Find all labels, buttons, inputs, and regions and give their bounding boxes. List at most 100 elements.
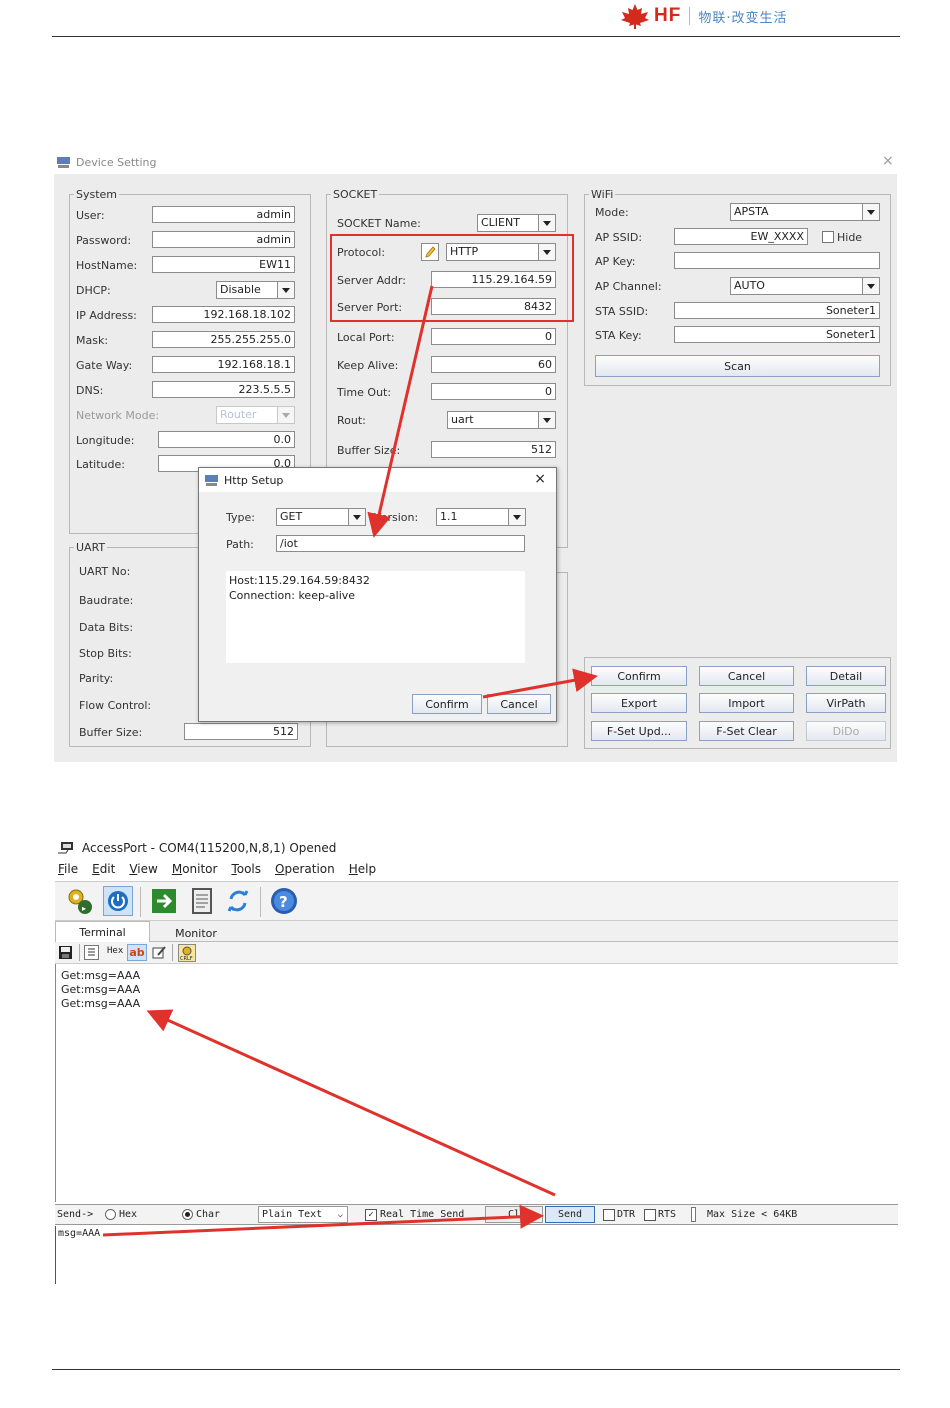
ap-channel-select[interactable]: AUTO: [730, 277, 880, 295]
text-view-toggle[interactable]: ab: [127, 944, 147, 961]
save-icon[interactable]: [58, 945, 73, 960]
chevron-down-icon[interactable]: [862, 278, 879, 294]
rout-select[interactable]: uart: [447, 411, 556, 429]
menu-monitor[interactable]: Monitor: [172, 862, 218, 880]
realtime-checkbox[interactable]: ✓ Real Time Send: [365, 1205, 464, 1224]
send-button[interactable]: Send: [545, 1206, 595, 1223]
path-input[interactable]: /iot: [276, 535, 525, 552]
char-radio[interactable]: Char: [182, 1205, 220, 1224]
help-icon[interactable]: ?: [269, 886, 299, 916]
dtr-checkbox[interactable]: DTR: [603, 1205, 635, 1224]
tab-terminal[interactable]: Terminal: [55, 921, 150, 942]
http-headers-textarea[interactable]: Host:115.29.164.59:8432 Connection: keep…: [226, 571, 525, 663]
chevron-down-icon[interactable]: [862, 204, 879, 220]
clear-button[interactable]: Cl: [485, 1206, 543, 1223]
parity-label: Parity:: [79, 672, 114, 685]
check-icon[interactable]: ✓: [365, 1208, 377, 1221]
terminal-output[interactable]: Get:msg=AAA Get:msg=AAA Get:msg=AAA: [55, 964, 898, 1202]
http-setup-title: Http Setup: [224, 473, 284, 487]
menu-bar: File Edit View Monitor Tools Operation H…: [58, 862, 390, 880]
chevron-down-icon[interactable]: [538, 215, 555, 231]
virpath-button[interactable]: VirPath: [806, 693, 886, 713]
format-select[interactable]: Plain Text ⌵: [258, 1206, 348, 1223]
menu-operation[interactable]: Operation: [275, 862, 335, 880]
power-icon[interactable]: [103, 886, 133, 916]
ap-key-input[interactable]: [674, 252, 880, 269]
scan-button[interactable]: Scan: [595, 355, 880, 377]
password-input[interactable]: admin: [152, 231, 295, 248]
char-radio-dot[interactable]: [182, 1209, 193, 1220]
hex-radio-dot[interactable]: [105, 1209, 116, 1220]
sta-ssid-input[interactable]: Soneter1: [674, 302, 880, 319]
menu-view[interactable]: View: [129, 862, 157, 880]
edit-icon[interactable]: [152, 945, 167, 960]
confirm-button[interactable]: Confirm: [591, 666, 687, 686]
chevron-down-icon[interactable]: ⌵: [338, 1210, 343, 1220]
menu-tools[interactable]: Tools: [231, 862, 261, 880]
device-setting-titlebar: Device Setting: [57, 153, 157, 171]
version-value: 1.1: [440, 510, 458, 523]
hide-checkbox[interactable]: [822, 231, 834, 243]
hex-radio[interactable]: Hex: [105, 1205, 137, 1224]
document-icon[interactable]: [187, 886, 217, 916]
socket-name-value: CLIENT: [481, 216, 520, 229]
chevron-down-icon[interactable]: [508, 509, 525, 525]
fset-clear-button[interactable]: F-Set Clear: [699, 721, 794, 741]
detail-button[interactable]: Detail: [806, 666, 886, 686]
dhcp-select[interactable]: Disable: [216, 281, 295, 299]
type-select[interactable]: GET: [276, 508, 366, 526]
http-cancel-button[interactable]: Cancel: [487, 694, 551, 714]
time-out-input[interactable]: 0: [431, 383, 556, 400]
http-confirm-button[interactable]: Confirm: [412, 694, 482, 714]
cancel-button[interactable]: Cancel: [699, 666, 794, 686]
mode-select[interactable]: APSTA: [730, 203, 880, 221]
rts-box[interactable]: [644, 1208, 656, 1221]
crlf-icon[interactable]: CRLF: [178, 944, 196, 962]
chevron-down-icon[interactable]: [538, 412, 555, 428]
close-icon[interactable]: ×: [882, 153, 894, 169]
export-button[interactable]: Export: [591, 693, 687, 713]
menu-file[interactable]: File: [58, 862, 78, 880]
highlight-box: [330, 234, 574, 322]
tab-monitor[interactable]: Monitor: [150, 923, 242, 944]
uart-buffer-size-input[interactable]: 512: [184, 723, 298, 740]
serial-port-icon: [58, 842, 73, 854]
sta-key-input[interactable]: Soneter1: [674, 326, 880, 343]
menu-edit[interactable]: Edit: [92, 862, 115, 880]
close-icon[interactable]: ×: [534, 471, 546, 487]
refresh-icon[interactable]: [223, 886, 253, 916]
keep-alive-input[interactable]: 60: [431, 356, 556, 373]
accessport-title: AccessPort - COM4(115200,N,8,1) Opened: [82, 841, 337, 855]
hostname-input[interactable]: EW11: [152, 256, 295, 273]
fset-upd-button[interactable]: F-Set Upd...: [591, 721, 687, 741]
send-input[interactable]: msg=AAA: [55, 1226, 898, 1284]
mask-input[interactable]: 255.255.255.0: [152, 331, 295, 348]
menu-help[interactable]: Help: [349, 862, 376, 880]
gateway-input[interactable]: 192.168.18.1: [152, 356, 295, 373]
dhcp-label: DHCP:: [76, 284, 111, 297]
hex-view-toggle[interactable]: Hex: [107, 946, 123, 956]
import-button[interactable]: Import: [699, 693, 794, 713]
dtr-box[interactable]: [603, 1208, 615, 1221]
version-select[interactable]: 1.1: [436, 508, 526, 526]
ip-address-input[interactable]: 192.168.18.102: [152, 306, 295, 323]
network-mode-label: Network Mode:: [76, 409, 160, 422]
mode-label: Mode:: [595, 206, 629, 219]
longitude-label: Longitude:: [76, 434, 135, 447]
time-out-label: Time Out:: [337, 386, 392, 399]
arrow-right-icon[interactable]: [149, 886, 179, 916]
grid-view-icon[interactable]: [84, 945, 99, 960]
local-port-input[interactable]: 0: [431, 328, 556, 345]
wifi-legend: WiFi: [591, 188, 614, 201]
socket-name-select[interactable]: CLIENT: [477, 214, 556, 232]
ap-ssid-input[interactable]: EW_XXXX: [674, 228, 808, 245]
settings-gear-icon[interactable]: ▸: [65, 886, 95, 916]
user-input[interactable]: admin: [152, 206, 295, 223]
dns-input[interactable]: 223.5.5.5: [152, 381, 295, 398]
longitude-input[interactable]: 0.0: [158, 431, 295, 448]
chevron-down-icon[interactable]: [277, 282, 294, 298]
rts-checkbox[interactable]: RTS: [644, 1205, 676, 1224]
logo-divider: [689, 7, 691, 25]
socket-buffer-size-input[interactable]: 512: [431, 441, 556, 458]
chevron-down-icon[interactable]: [348, 509, 365, 525]
